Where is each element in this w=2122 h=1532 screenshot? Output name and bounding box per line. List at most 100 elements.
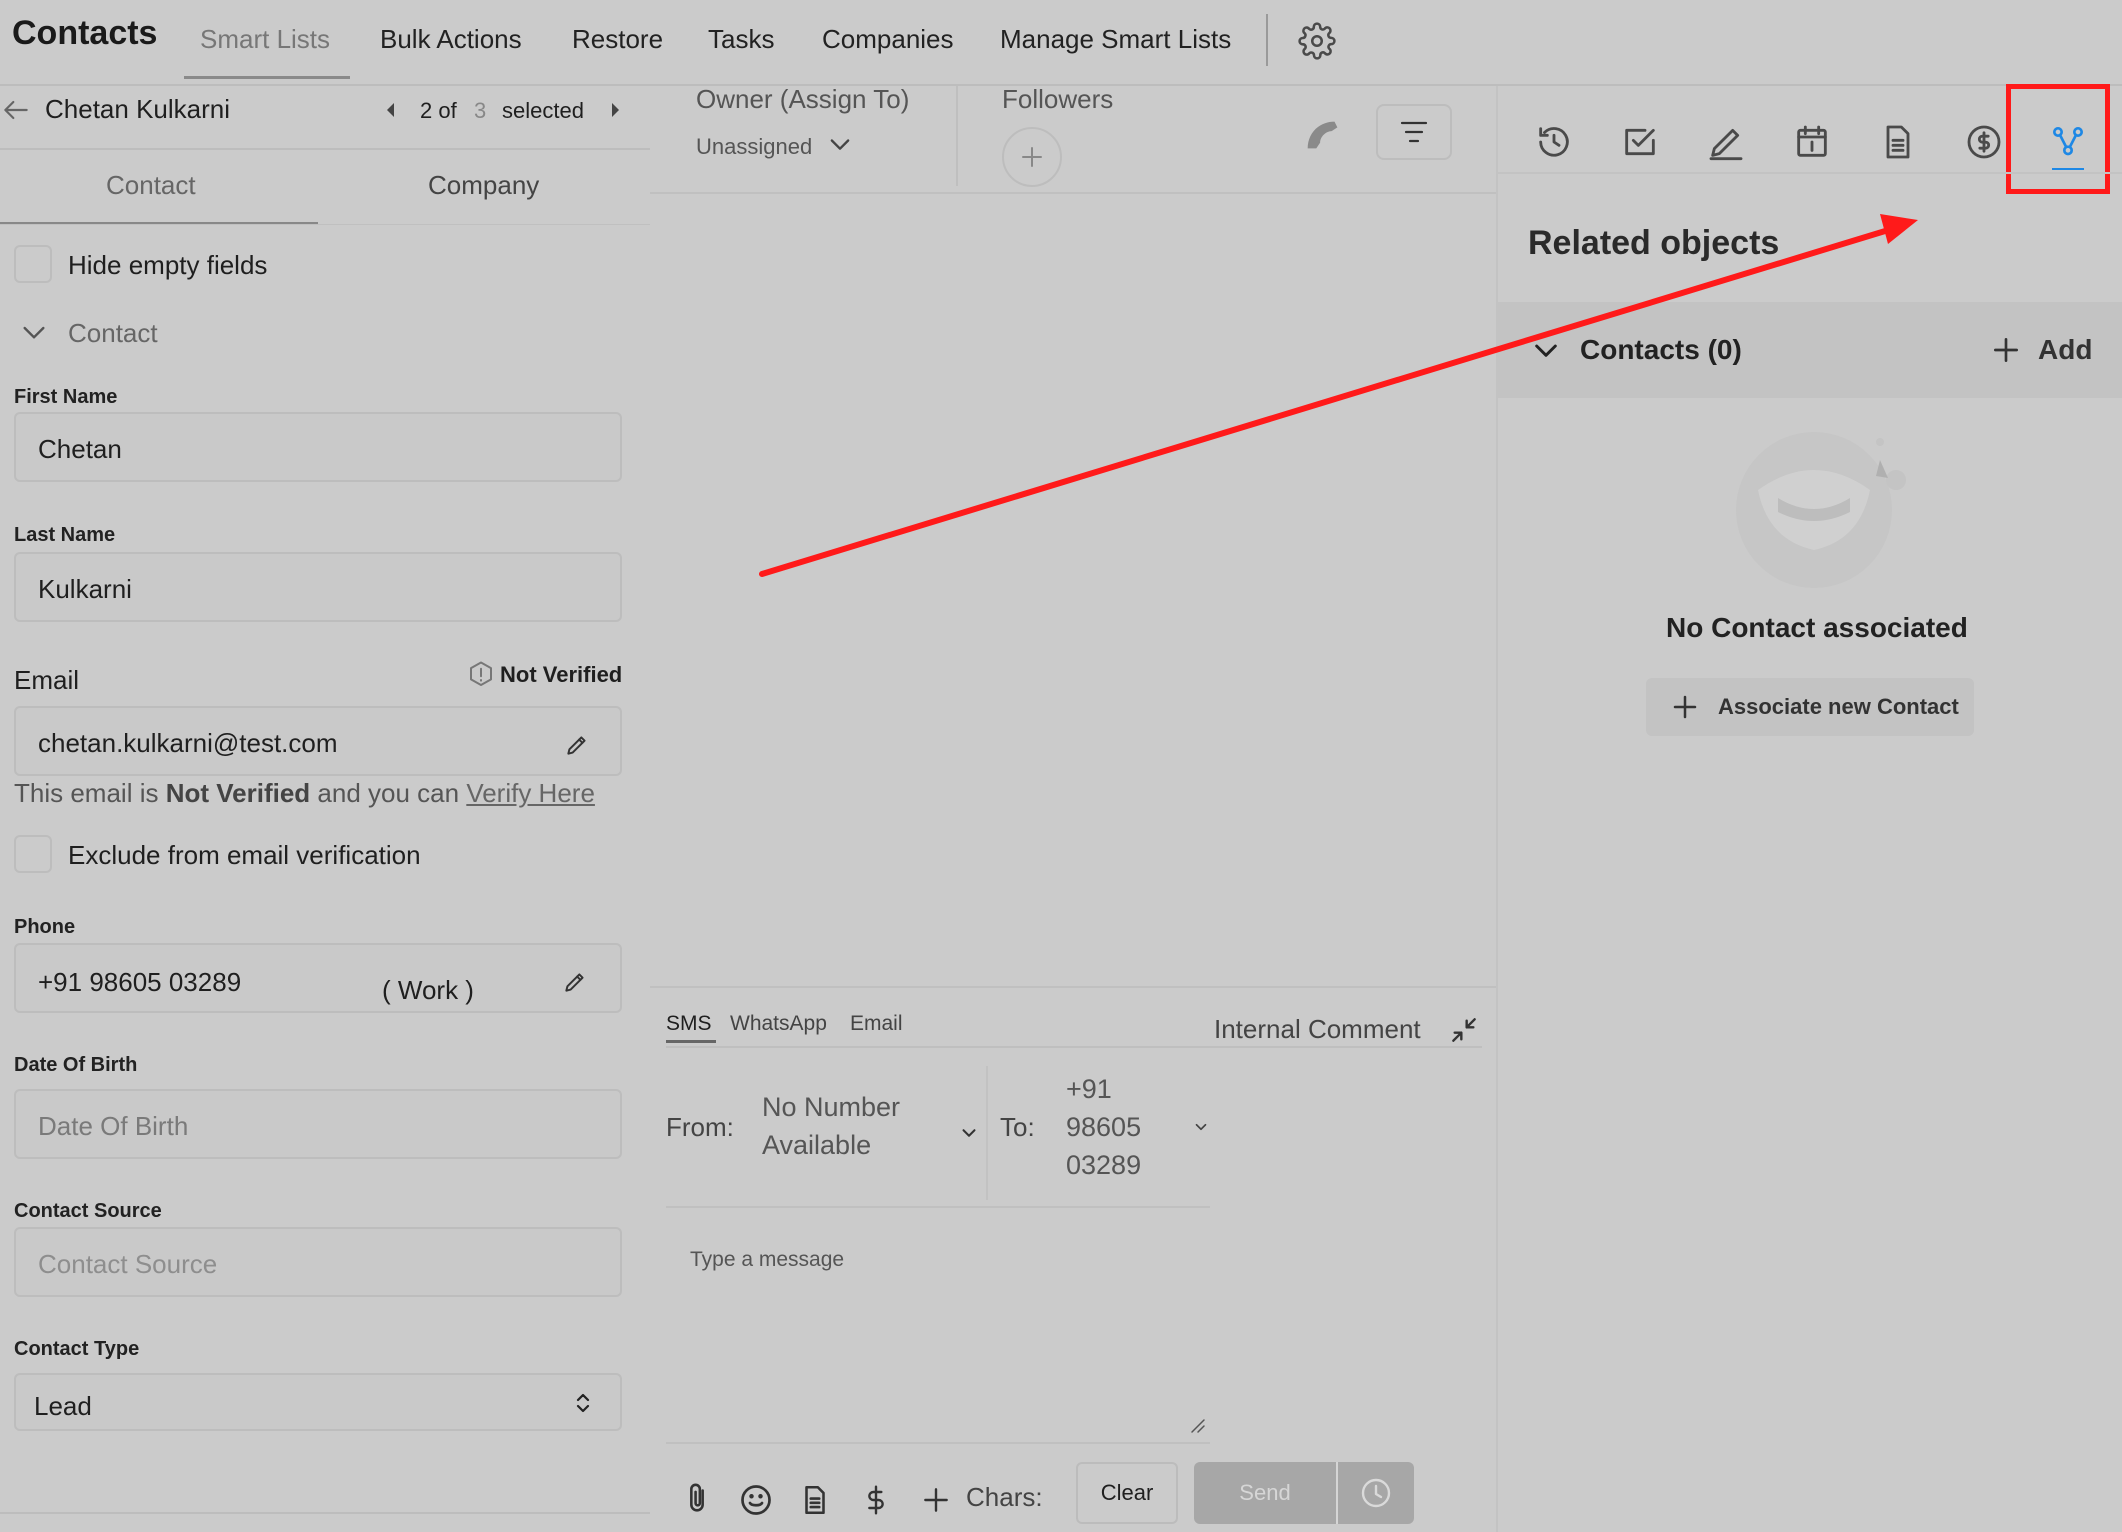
send-button[interactable]: Send <box>1194 1462 1336 1524</box>
email-value: chetan.kulkarni@test.com <box>38 728 338 758</box>
tab-manage-smart-lists[interactable]: Manage Smart Lists <box>1000 24 1231 55</box>
message-textarea[interactable]: Type a message <box>666 1208 1210 1442</box>
tab-companies[interactable]: Companies <box>822 24 954 55</box>
first-name-label: First Name <box>14 386 118 408</box>
divider <box>986 1066 988 1200</box>
divider <box>0 1512 650 1514</box>
task-check-icon[interactable] <box>1620 122 1660 162</box>
divider <box>650 192 1496 194</box>
dob-label: Date Of Birth <box>14 1054 138 1076</box>
phone-call-icon[interactable] <box>1300 112 1346 158</box>
contact-source-placeholder: Contact Source <box>38 1249 218 1279</box>
contact-type-select[interactable]: Lead <box>14 1373 622 1431</box>
from-value-line1: No Number <box>762 1092 901 1122</box>
add-contact-link[interactable]: Add <box>2038 334 2092 366</box>
notice-bold: Not Verified <box>165 778 311 808</box>
from-number-select[interactable]: No Number Available <box>742 1072 986 1204</box>
tab-tasks[interactable]: Tasks <box>708 24 774 55</box>
chevron-down-icon[interactable] <box>1192 1118 1210 1136</box>
attachment-icon[interactable] <box>680 1480 714 1518</box>
add-follower-button[interactable] <box>1002 127 1062 187</box>
next-record-icon[interactable] <box>608 100 622 120</box>
calendar-icon[interactable] <box>1792 122 1832 162</box>
tab-smart-lists[interactable]: Smart Lists <box>200 24 330 55</box>
phone-value: +91 98605 03289 <box>38 967 242 997</box>
contact-source-field[interactable]: Contact Source <box>14 1227 622 1297</box>
to-value-line3: 03289 <box>1066 1150 1142 1180</box>
first-name-field[interactable]: Chetan <box>14 412 622 482</box>
phone-label: Phone <box>14 916 76 938</box>
collapse-arrows-icon[interactable] <box>1448 1014 1480 1046</box>
empty-state-text: No Contact associated <box>1666 612 1968 643</box>
chars-label: Chars: <box>966 1482 1043 1512</box>
dollar-payment-icon[interactable] <box>860 1482 892 1518</box>
associate-contact-button[interactable]: Associate new Contact <box>1646 678 1974 736</box>
divider <box>956 86 958 186</box>
tab-restore[interactable]: Restore <box>572 24 663 55</box>
composer-tab-email[interactable]: Email <box>850 1012 903 1036</box>
history-icon[interactable] <box>1534 122 1574 162</box>
document-icon[interactable] <box>1878 122 1918 162</box>
chevron-down-icon[interactable] <box>18 316 50 348</box>
exclude-verification-label: Exclude from email verification <box>68 840 421 870</box>
hide-empty-checkbox[interactable] <box>14 245 52 283</box>
divider <box>1496 172 2122 174</box>
dollar-icon[interactable] <box>1964 122 2004 162</box>
pen-icon[interactable] <box>1706 122 1746 162</box>
edit-pencil-icon[interactable] <box>564 732 590 758</box>
last-name-field[interactable]: Kulkarni <box>14 552 622 622</box>
from-label: From: <box>666 1112 734 1142</box>
clear-button[interactable]: Clear <box>1076 1462 1178 1524</box>
verify-here-link[interactable]: Verify Here <box>466 778 595 808</box>
tab-bulk-actions[interactable]: Bulk Actions <box>380 24 522 55</box>
composer-tab-whatsapp[interactable]: WhatsApp <box>730 1012 827 1036</box>
composer-tab-sms[interactable]: SMS <box>666 1012 712 1036</box>
select-updown-icon <box>574 1391 592 1415</box>
internal-comment-label[interactable]: Internal Comment <box>1214 1014 1421 1045</box>
first-name-value: Chetan <box>38 434 122 464</box>
resize-handle-icon[interactable] <box>1188 1416 1206 1434</box>
contacts-count-label: Contacts (0) <box>1580 334 1742 365</box>
highlight-box <box>2006 84 2110 194</box>
active-tab-indicator <box>184 76 350 79</box>
owner-value[interactable]: Unassigned <box>696 134 812 160</box>
hide-empty-label: Hide empty fields <box>68 250 268 280</box>
contact-type-label: Contact Type <box>14 1338 140 1360</box>
record-name: Chetan Kulkarni <box>45 94 230 124</box>
emoji-icon[interactable] <box>738 1482 774 1518</box>
contact-type-value: Lead <box>34 1391 92 1421</box>
phone-field[interactable]: +91 98605 03289 ( Work ) <box>14 943 622 1013</box>
email-field[interactable]: chetan.kulkarni@test.com <box>14 706 622 776</box>
exclude-verification-checkbox[interactable] <box>14 835 52 873</box>
add-plus-icon[interactable] <box>920 1484 952 1516</box>
dob-field[interactable]: Date Of Birth <box>14 1089 622 1159</box>
chevron-down-icon <box>958 1122 980 1144</box>
back-arrow-icon[interactable] <box>0 94 32 126</box>
email-status: Not Verified <box>500 662 623 687</box>
settings-gear-icon[interactable] <box>1298 22 1336 60</box>
associate-contact-label: Associate new Contact <box>1718 694 1959 719</box>
template-document-icon[interactable] <box>798 1482 832 1518</box>
filter-button[interactable] <box>1376 104 1452 160</box>
email-label: Email <box>14 665 80 695</box>
message-placeholder: Type a message <box>690 1248 845 1271</box>
owner-chevron-down-icon[interactable] <box>826 130 854 158</box>
from-value-line2: Available <box>762 1130 872 1160</box>
notice-middle: and you can <box>310 778 467 808</box>
owner-label: Owner (Assign To) <box>696 84 910 114</box>
divider <box>0 148 650 150</box>
prev-record-icon[interactable] <box>384 100 398 120</box>
tab-contact[interactable]: Contact <box>106 170 196 201</box>
chevron-down-icon[interactable] <box>1530 334 1562 366</box>
contact-source-label: Contact Source <box>14 1200 162 1222</box>
schedule-send-button[interactable] <box>1338 1462 1414 1524</box>
related-objects-title: Related objects <box>1528 224 1780 262</box>
followers-label: Followers <box>1002 84 1114 114</box>
edit-pencil-icon[interactable] <box>562 969 588 995</box>
tab-company[interactable]: Company <box>428 170 539 201</box>
last-name-label: Last Name <box>14 524 116 546</box>
nav-divider <box>1266 14 1268 66</box>
record-index: 2 of <box>420 98 457 123</box>
page-title: Contacts <box>12 14 158 52</box>
add-plus-icon[interactable] <box>1990 334 2022 366</box>
